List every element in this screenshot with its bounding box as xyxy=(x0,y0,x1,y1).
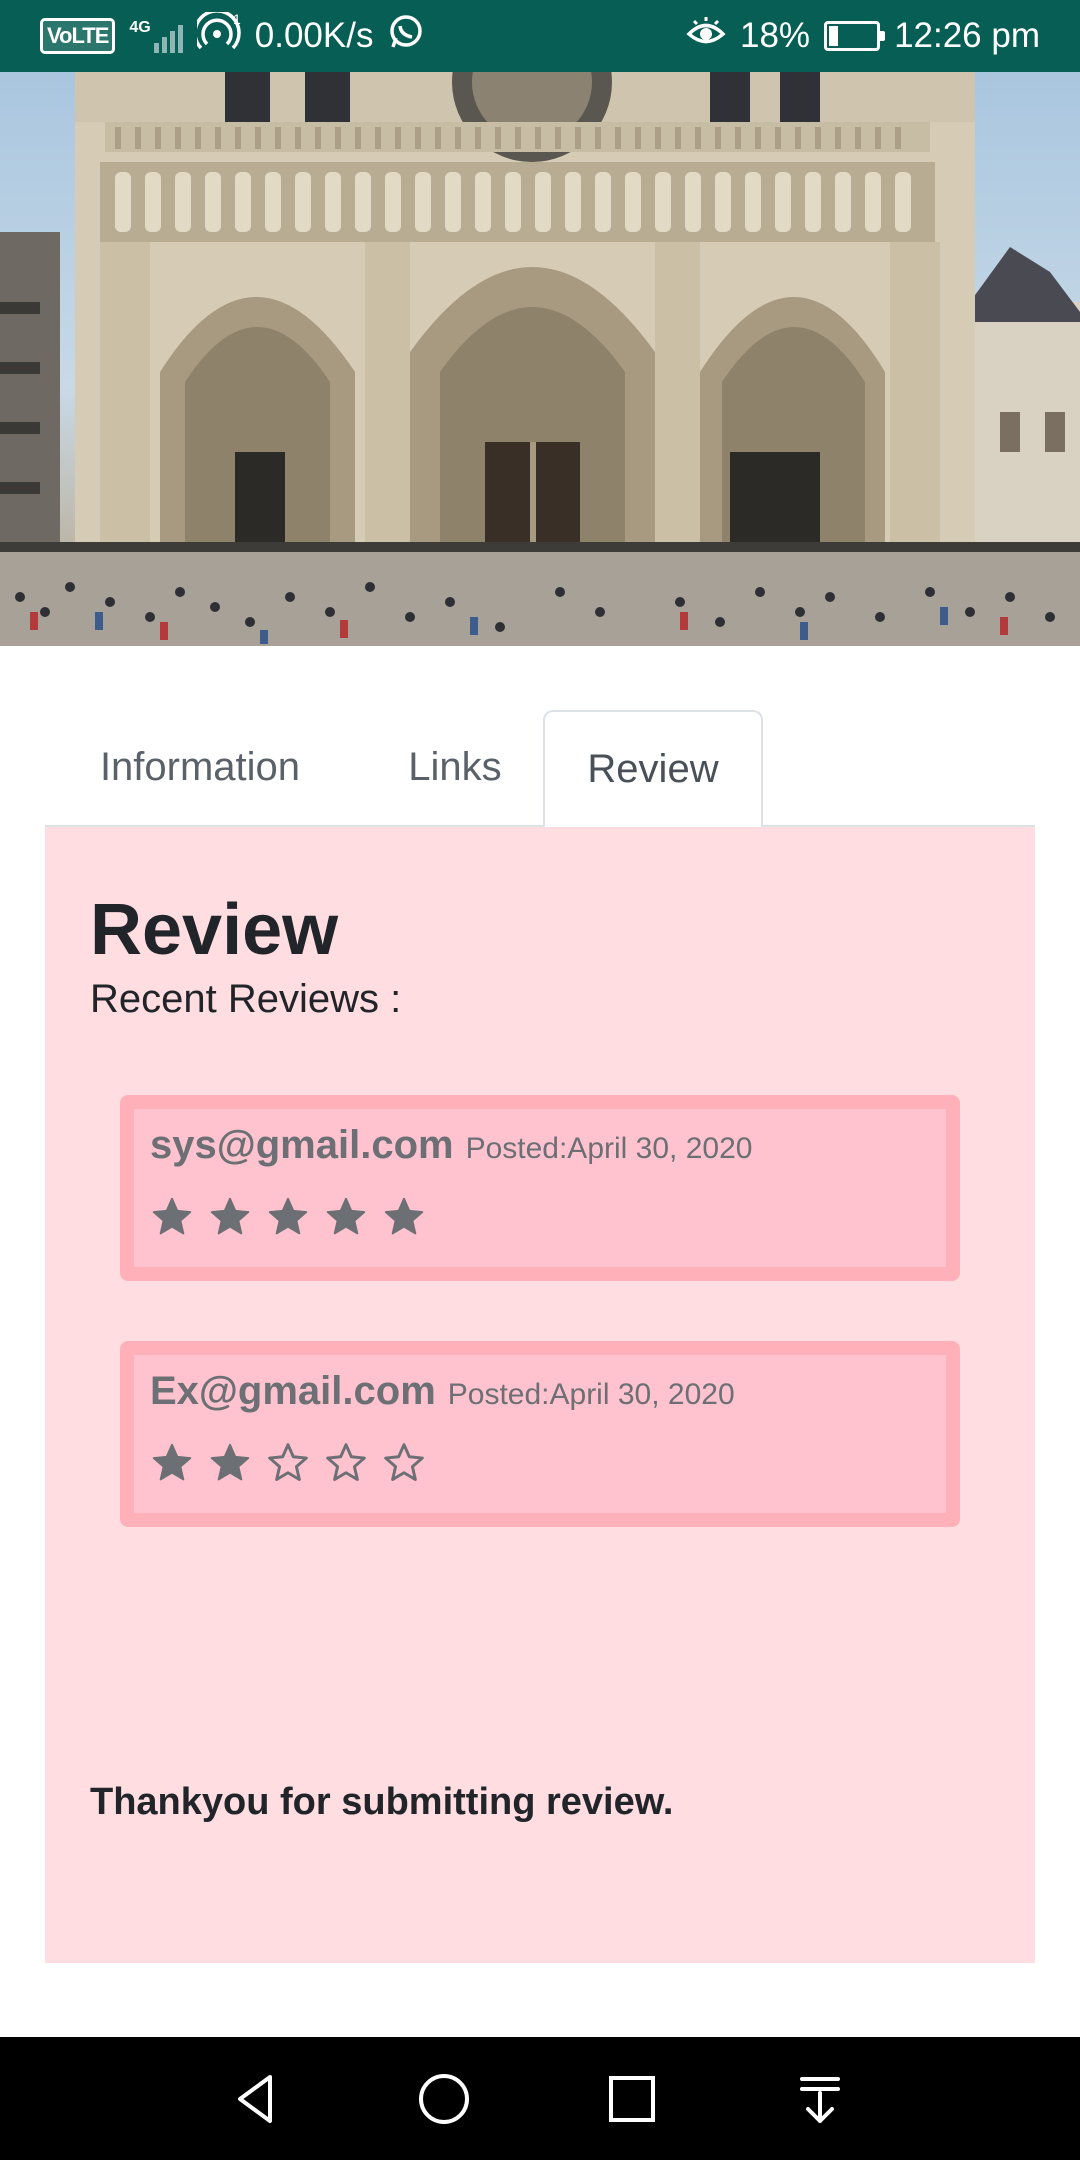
star-filled-icon xyxy=(208,1441,252,1485)
whatsapp-icon xyxy=(387,13,425,60)
review-card: sys@gmail.com Posted:April 30, 2020 xyxy=(120,1095,960,1281)
volte-icon: VoLTE xyxy=(40,18,116,54)
navigation-bar xyxy=(0,2037,1080,2160)
cathedral-facade-photo xyxy=(0,72,1080,646)
recent-reviews-heading: Recent Reviews : xyxy=(90,977,402,1021)
review-panel: Review Recent Reviews : sys@gmail.com Po… xyxy=(45,827,1035,1963)
review-header: sys@gmail.com Posted:April 30, 2020 xyxy=(150,1123,752,1168)
status-time: 12:26 pm xyxy=(894,16,1040,55)
star-filled-icon xyxy=(208,1195,252,1239)
eye-icon xyxy=(686,15,726,58)
star-filled-icon xyxy=(382,1195,426,1239)
svg-text:1: 1 xyxy=(233,12,241,27)
status-bar-left: VoLTE 4G 1 0.00K/s xyxy=(40,8,425,61)
star-empty-icon xyxy=(266,1441,310,1485)
review-user: Ex@gmail.com xyxy=(150,1369,436,1413)
home-icon[interactable] xyxy=(412,2067,476,2131)
review-confirmation: Thankyou for submitting review. xyxy=(90,1781,674,1823)
star-rating xyxy=(150,1195,426,1239)
battery-icon xyxy=(824,21,886,51)
tab-information[interactable]: Information xyxy=(45,710,355,827)
star-filled-icon xyxy=(150,1195,194,1239)
review-user: sys@gmail.com xyxy=(150,1123,454,1167)
review-card: Ex@gmail.com Posted:April 30, 2020 xyxy=(120,1341,960,1527)
star-filled-icon xyxy=(150,1441,194,1485)
notification-pull-icon[interactable] xyxy=(788,2067,852,2131)
tab-links[interactable]: Links xyxy=(355,710,555,827)
tab-review[interactable]: Review xyxy=(543,710,763,829)
hotspot-icon: 1 xyxy=(193,8,241,61)
hero-image xyxy=(0,72,1080,646)
star-filled-icon xyxy=(266,1195,310,1239)
review-date: Posted:April 30, 2020 xyxy=(465,1132,753,1165)
back-icon[interactable] xyxy=(224,2067,288,2131)
network-type-label: 4G xyxy=(129,19,151,36)
tab-bar: Information Links Review xyxy=(45,710,1035,829)
star-rating xyxy=(150,1441,426,1485)
star-empty-icon xyxy=(324,1441,368,1485)
review-card-body: sys@gmail.com Posted:April 30, 2020 xyxy=(134,1109,946,1267)
signal-icon: 4G xyxy=(129,19,183,53)
status-bar-right: 18% 12:26 pm xyxy=(686,15,1040,58)
network-speed: 0.00K/s xyxy=(254,16,374,55)
status-bar: VoLTE 4G 1 0.00K/s 18% 12:26 pm xyxy=(0,0,1080,72)
battery-percent: 18% xyxy=(740,16,811,55)
battery-fill xyxy=(829,26,839,46)
star-filled-icon xyxy=(324,1195,368,1239)
recents-icon[interactable] xyxy=(600,2067,664,2131)
review-card-body: Ex@gmail.com Posted:April 30, 2020 xyxy=(134,1355,946,1513)
review-header: Ex@gmail.com Posted:April 30, 2020 xyxy=(150,1369,735,1414)
review-date: Posted:April 30, 2020 xyxy=(447,1378,735,1411)
review-title: Review xyxy=(90,890,339,970)
star-empty-icon xyxy=(382,1441,426,1485)
